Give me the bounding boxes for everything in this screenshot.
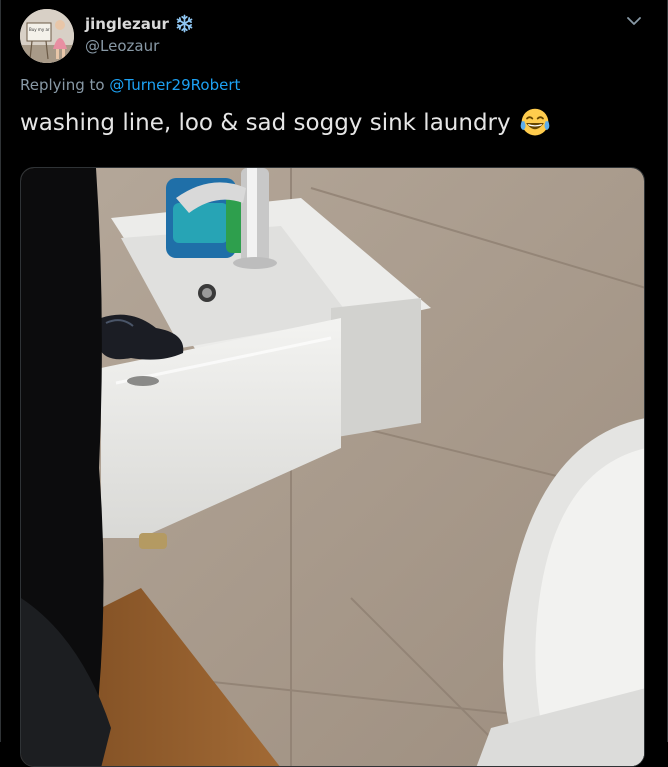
photo-bathroom-sink <box>21 168 644 766</box>
avatar-image: Buy my ar <box>20 9 74 63</box>
tweet-text: washing line, loo & sad soggy sink laund… <box>20 107 551 139</box>
replying-to: Replying to @Turner29Robert <box>20 76 240 94</box>
avatar[interactable]: Buy my ar <box>20 9 74 63</box>
snowflake-icon <box>176 14 193 33</box>
display-name[interactable]: jinglezaur <box>85 15 169 33</box>
handle[interactable]: @Leozaur <box>85 37 159 55</box>
name-row: jinglezaur <box>85 14 194 33</box>
avatar-sign-text: Buy my ar <box>29 27 50 32</box>
face-with-tears-of-joy-icon <box>520 108 549 136</box>
tweet-body: washing line, loo & sad soggy sink laund… <box>20 110 511 136</box>
tweet-photo[interactable] <box>20 167 645 767</box>
replying-prefix: Replying to <box>20 76 105 94</box>
chevron-down-icon[interactable] <box>625 14 643 28</box>
tweet-card: Buy my ar jinglezaur @Leozaur Replying t… <box>0 0 668 767</box>
mention-link[interactable]: @Turner29Robert <box>109 76 240 94</box>
